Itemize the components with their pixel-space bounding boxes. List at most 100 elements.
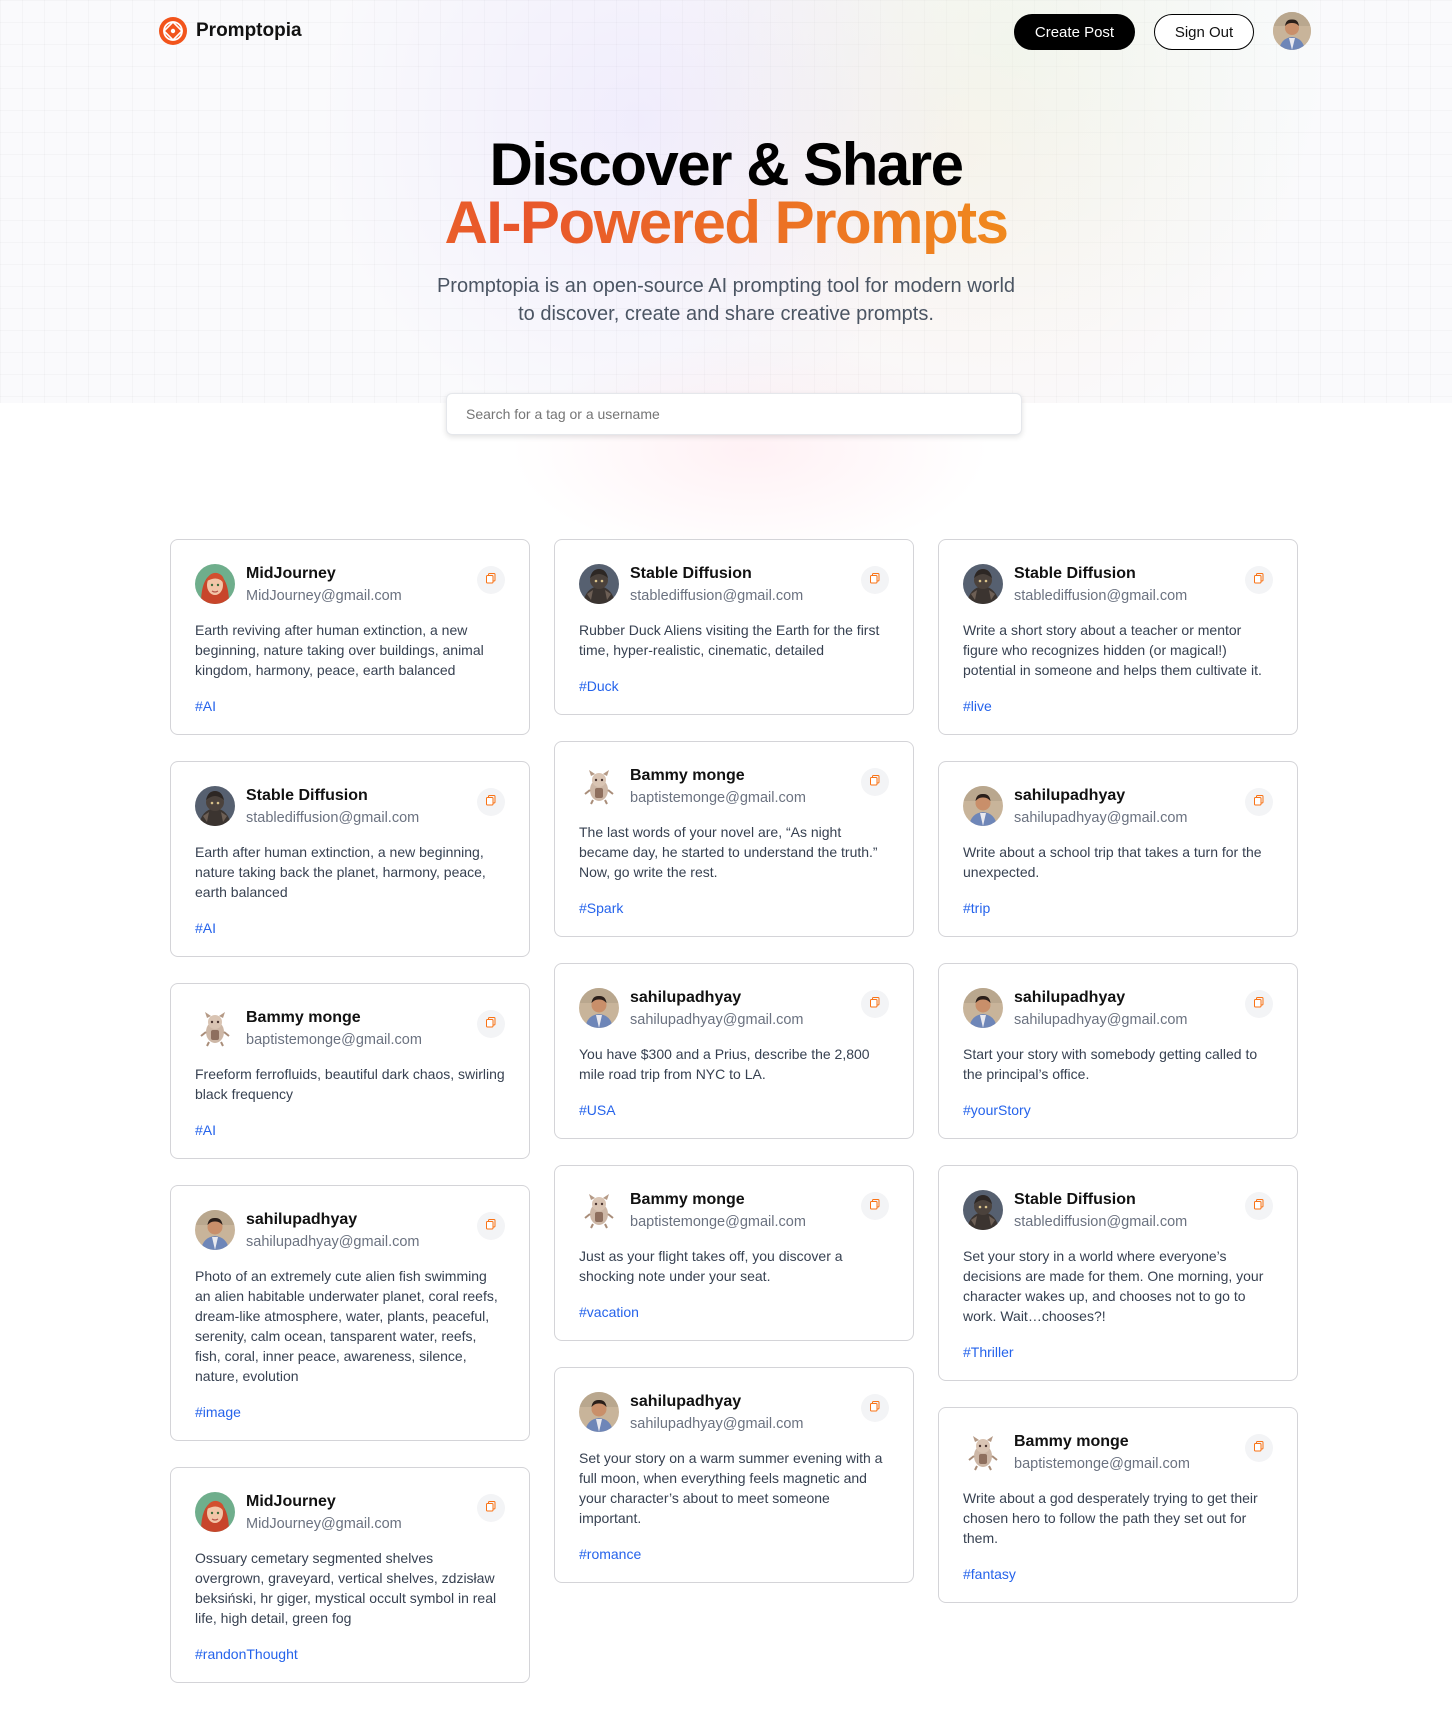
card-username: Stable Diffusion [1014, 565, 1136, 582]
card-tag[interactable]: #fantasy [963, 1564, 1273, 1584]
copy-button[interactable] [477, 788, 505, 816]
card-user-info[interactable]: Bammy monge baptistemonge@gmail.com [246, 1008, 422, 1051]
card-tag[interactable]: #Spark [579, 898, 889, 918]
card-tag[interactable]: #AI [195, 696, 505, 716]
card-tag[interactable]: #live [963, 696, 1273, 716]
card-user-info[interactable]: Stable Diffusion stablediffusion@gmail.co… [630, 564, 803, 607]
copy-icon [869, 571, 881, 589]
card-username: sahilupadhyay [630, 989, 742, 1006]
copy-button[interactable] [477, 1010, 505, 1038]
card-prompt-text: Photo of an extremely cute alien fish sw… [195, 1268, 498, 1384]
card-avatar[interactable] [579, 564, 619, 604]
create-post-button[interactable]: Create Post [1014, 14, 1135, 50]
copy-button[interactable] [1245, 566, 1273, 594]
card-tag[interactable]: #randonThought [195, 1644, 505, 1664]
card-header: Stable Diffusion stablediffusion@gmail.co… [195, 786, 505, 828]
prompt-card: sahilupadhyay sahilupadhyay@gmail.com Set … [554, 1367, 914, 1583]
copy-button[interactable] [477, 1494, 505, 1522]
card-user-info[interactable]: sahilupadhyay sahilupadhyay@gmail.com [630, 1392, 804, 1435]
copy-button[interactable] [861, 768, 889, 796]
card-user-info[interactable]: sahilupadhyay sahilupadhyay@gmail.com [246, 1210, 420, 1253]
card-user-info[interactable]: sahilupadhyay sahilupadhyay@gmail.com [630, 988, 804, 1031]
copy-icon [869, 1399, 881, 1417]
copy-button[interactable] [1245, 1434, 1273, 1462]
copy-button[interactable] [861, 990, 889, 1018]
copy-button[interactable] [861, 1192, 889, 1220]
card-avatar[interactable] [579, 766, 619, 806]
card-avatar[interactable] [963, 564, 1003, 604]
card-avatar[interactable] [195, 1210, 235, 1250]
card-prompt-text: Freeform ferrofluids, beautiful dark cha… [195, 1066, 505, 1102]
card-tag[interactable]: #vacation [579, 1302, 889, 1322]
card-email: MidJourney@gmail.com [246, 1516, 402, 1532]
card-user-info[interactable]: Stable Diffusion stablediffusion@gmail.co… [1014, 1190, 1187, 1233]
card-email: stablediffusion@gmail.com [630, 588, 804, 604]
card-avatar[interactable] [963, 988, 1003, 1028]
card-tag[interactable]: #romance [579, 1544, 889, 1564]
card-user-info[interactable]: MidJourney MidJourney@gmail.com [246, 1492, 402, 1535]
card-tag[interactable]: #USA [579, 1100, 889, 1120]
prompt-card: MidJourney MidJourney@gmail.com Earth revi… [170, 539, 530, 735]
card-username: Stable Diffusion [1014, 1191, 1136, 1208]
card-email: sahilupadhyay@gmail.com [1014, 1012, 1188, 1028]
search-input[interactable] [446, 393, 1022, 435]
sign-out-button[interactable]: Sign Out [1154, 14, 1254, 50]
card-tag[interactable]: #yourStory [963, 1100, 1273, 1120]
card-header: sahilupadhyay sahilupadhyay@gmail.com [579, 988, 889, 1030]
card-tag[interactable]: #AI [195, 918, 505, 938]
card-avatar[interactable] [195, 564, 235, 604]
prompt-card: sahilupadhyay sahilupadhyay@gmail.com Writ… [938, 761, 1298, 937]
card-header: Stable Diffusion stablediffusion@gmail.co… [579, 564, 889, 606]
card-avatar[interactable] [963, 786, 1003, 826]
card-user-info[interactable]: Stable Diffusion stablediffusion@gmail.co… [246, 786, 419, 829]
copy-button[interactable] [861, 566, 889, 594]
hero-subtitle: Promptopia is an open-source AI promptin… [436, 275, 1016, 325]
prompt-card: Bammy monge baptistemonge@gmail.com Write … [938, 1407, 1298, 1603]
card-avatar[interactable] [963, 1190, 1003, 1230]
copy-icon [1253, 1439, 1265, 1457]
card-header: Bammy monge baptistemonge@gmail.com [963, 1432, 1273, 1474]
card-header: Stable Diffusion stablediffusion@gmail.co… [963, 564, 1273, 606]
card-username: sahilupadhyay [246, 1211, 358, 1228]
card-tag[interactable]: #image [195, 1402, 505, 1422]
card-user-info[interactable]: sahilupadhyay sahilupadhyay@gmail.com [1014, 786, 1188, 829]
card-avatar[interactable] [579, 1190, 619, 1230]
card-avatar[interactable] [195, 786, 235, 826]
card-avatar[interactable] [963, 1432, 1003, 1472]
card-email: MidJourney@gmail.com [246, 588, 402, 604]
copy-button[interactable] [1245, 990, 1273, 1018]
card-avatar[interactable] [579, 1392, 619, 1432]
copy-icon [869, 1197, 881, 1215]
card-header: Bammy monge baptistemonge@gmail.com [579, 1190, 889, 1232]
card-avatar[interactable] [195, 1492, 235, 1532]
prompt-card: Bammy monge baptistemonge@gmail.com Freefo… [170, 983, 530, 1159]
card-avatar[interactable] [579, 988, 619, 1028]
card-avatar[interactable] [195, 1008, 235, 1048]
card-tag[interactable]: #AI [195, 1120, 505, 1140]
card-tag[interactable]: #Thriller [963, 1342, 1273, 1362]
card-user-info[interactable]: Bammy monge baptistemonge@gmail.com [630, 766, 806, 809]
card-prompt-text: The last words of your novel are, “As ni… [579, 824, 878, 880]
card-user-info[interactable]: Bammy monge baptistemonge@gmail.com [1014, 1432, 1190, 1475]
card-username: MidJourney [246, 1493, 336, 1510]
card-user-info[interactable]: Bammy monge baptistemonge@gmail.com [630, 1190, 806, 1233]
prompt-card: Stable Diffusion stablediffusion@gmail.co… [170, 761, 530, 957]
copy-button[interactable] [1245, 788, 1273, 816]
profile-avatar[interactable] [1273, 12, 1311, 50]
card-tag[interactable]: #Duck [579, 676, 889, 696]
card-email: stablediffusion@gmail.com [1014, 588, 1188, 604]
prompt-card: sahilupadhyay sahilupadhyay@gmail.com Star… [938, 963, 1298, 1139]
copy-button[interactable] [861, 1394, 889, 1422]
copy-button[interactable] [477, 1212, 505, 1240]
copy-button[interactable] [1245, 1192, 1273, 1220]
card-user-info[interactable]: MidJourney MidJourney@gmail.com [246, 564, 402, 607]
card-header: Bammy monge baptistemonge@gmail.com [195, 1008, 505, 1050]
card-email: baptistemonge@gmail.com [1014, 1456, 1190, 1472]
card-user-info[interactable]: Stable Diffusion stablediffusion@gmail.co… [1014, 564, 1187, 607]
brand-name: Promptopia [196, 20, 302, 41]
prompt-card: sahilupadhyay sahilupadhyay@gmail.com You … [554, 963, 914, 1139]
card-tag[interactable]: #trip [963, 898, 1273, 918]
brand-logo[interactable]: Promptopia [158, 16, 302, 46]
card-user-info[interactable]: sahilupadhyay sahilupadhyay@gmail.com [1014, 988, 1188, 1031]
copy-button[interactable] [477, 566, 505, 594]
